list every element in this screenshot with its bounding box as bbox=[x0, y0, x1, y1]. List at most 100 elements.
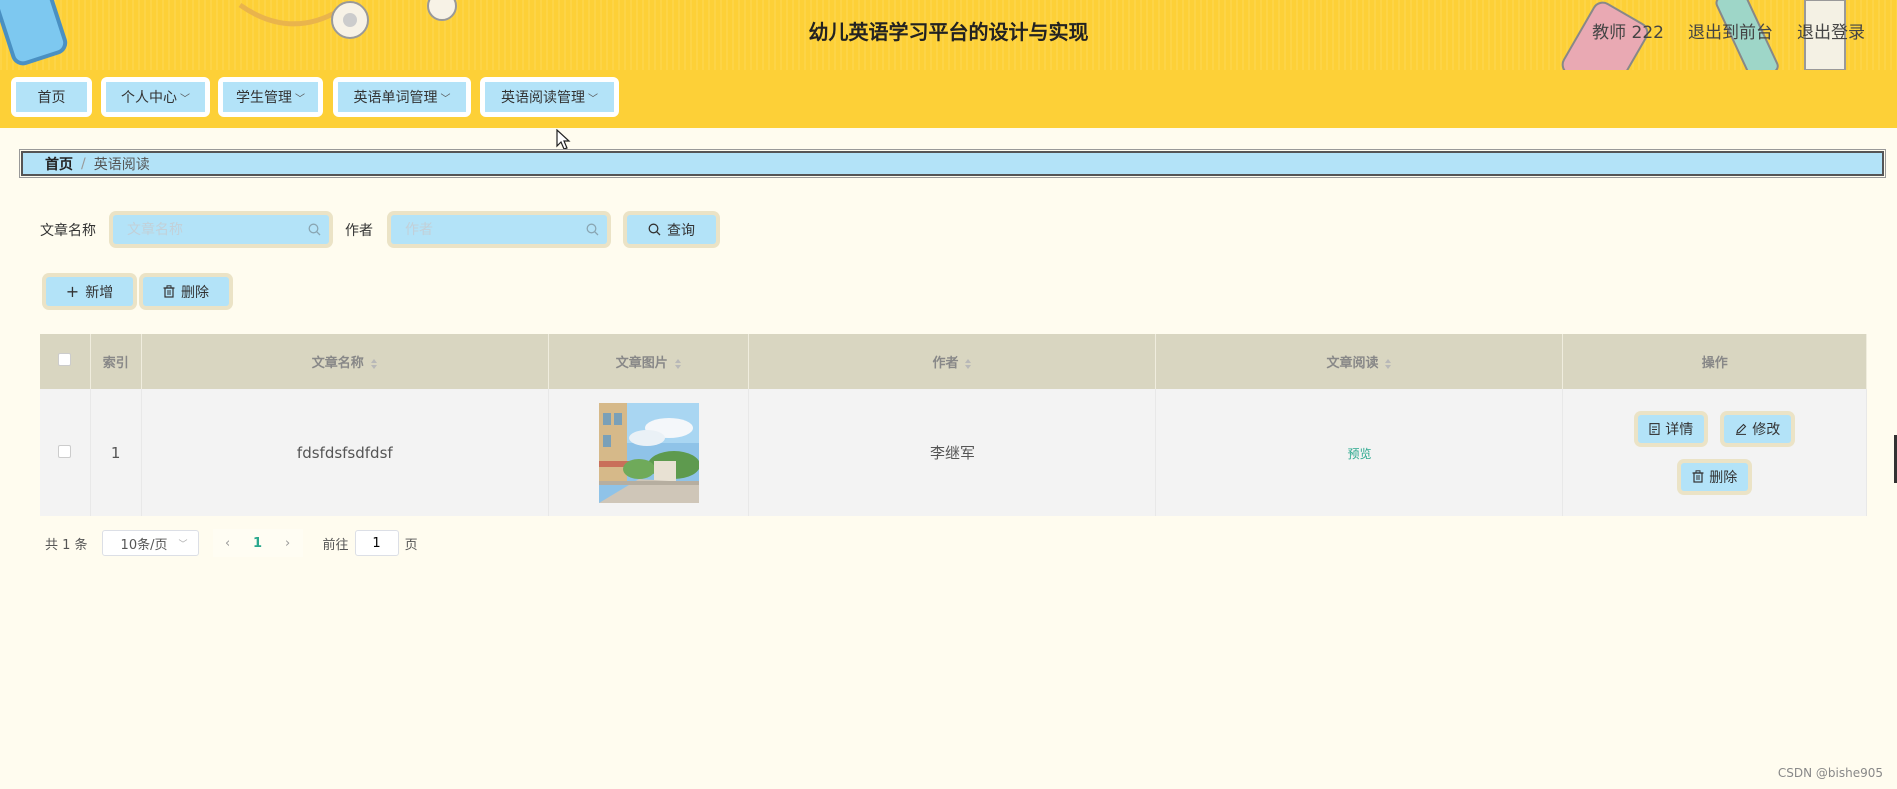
select-all-checkbox[interactable] bbox=[58, 353, 72, 366]
search-icon bbox=[308, 223, 321, 236]
back-to-frontend-link[interactable]: 退出到前台 bbox=[1688, 18, 1773, 43]
header-bar: 幼儿英语学习平台的设计与实现 教师 222 退出到前台 退出登录 bbox=[0, 0, 1897, 71]
preview-link[interactable]: 预览 bbox=[1347, 447, 1371, 461]
nav-item-label: 英语阅读管理 bbox=[501, 90, 585, 106]
edit-button-label: 修改 bbox=[1752, 421, 1781, 438]
goto-prefix: 前往 bbox=[322, 537, 349, 553]
author-search-input[interactable] bbox=[391, 215, 607, 244]
title-search-input[interactable] bbox=[113, 215, 329, 244]
author-search-field bbox=[387, 211, 611, 248]
nav-item-label: 学生管理 bbox=[236, 90, 292, 106]
edit-button-frame: 修改 bbox=[1720, 410, 1796, 447]
query-button-frame: 查询 bbox=[623, 211, 720, 248]
column-header-image[interactable]: 文章图片 bbox=[548, 334, 750, 389]
add-button-label: 新增 bbox=[85, 284, 114, 301]
breadcrumb-current: 英语阅读 bbox=[93, 156, 150, 173]
goto-suffix: 页 bbox=[404, 537, 418, 553]
logout-link[interactable]: 退出登录 bbox=[1797, 18, 1865, 43]
trash-icon bbox=[163, 285, 175, 298]
detail-button-frame: 详情 bbox=[1634, 410, 1709, 447]
sort-icon bbox=[965, 358, 972, 369]
column-header-label: 文章图片 bbox=[615, 356, 668, 371]
search-icon bbox=[586, 223, 599, 236]
breadcrumb: 首页 / 英语阅读 bbox=[19, 149, 1886, 178]
column-header-operations: 操作 bbox=[1562, 334, 1867, 389]
prev-page-button[interactable]: ‹ bbox=[212, 529, 243, 557]
table-header-row: 索引 文章名称 文章图片 作者 文章阅读 操作 bbox=[40, 334, 1867, 389]
chevron-down-icon: ﹀ bbox=[440, 93, 451, 105]
sort-icon bbox=[674, 358, 681, 369]
column-header-author[interactable]: 作者 bbox=[748, 334, 1157, 389]
breadcrumb-home[interactable]: 首页 bbox=[45, 154, 73, 174]
nav-item-home[interactable]: 首页 bbox=[11, 77, 92, 117]
pagination: 共 1 条 10条/页 ﹀ ‹ 1 › 前往 页 bbox=[45, 529, 418, 557]
row-index: 1 bbox=[90, 389, 142, 516]
top-links: 教师 222 退出到前台 退出登录 bbox=[1592, 18, 1865, 43]
nav-item-word-management[interactable]: 英语单词管理 ﹀ bbox=[333, 77, 471, 117]
column-header-label: 文章名称 bbox=[311, 356, 364, 371]
column-header-label: 文章阅读 bbox=[1326, 356, 1379, 371]
trash-icon bbox=[1692, 470, 1704, 483]
nav-item-label: 个人中心 bbox=[121, 90, 177, 106]
add-button-frame: + 新增 bbox=[42, 273, 137, 310]
title-search-field bbox=[109, 211, 333, 248]
edit-icon bbox=[1736, 423, 1747, 435]
user-link[interactable]: 教师 222 bbox=[1592, 18, 1664, 43]
sort-icon bbox=[370, 358, 377, 369]
row-delete-button-label: 删除 bbox=[1709, 469, 1738, 486]
sort-icon bbox=[1385, 358, 1392, 369]
document-icon bbox=[1649, 422, 1660, 435]
table-row: 1 fdsfdsfsdfdsf 李继军 预览 详情 修改 删除 bbox=[40, 389, 1867, 516]
article-thumbnail[interactable] bbox=[598, 402, 700, 503]
nav-item-student-management[interactable]: 学生管理 ﹀ bbox=[218, 77, 323, 117]
total-count: 共 1 条 bbox=[45, 537, 88, 553]
nav-item-label: 首页 bbox=[37, 90, 66, 106]
author-search-label: 作者 bbox=[345, 223, 373, 239]
page-size-select[interactable]: 10条/页 ﹀ bbox=[101, 530, 199, 556]
chevron-down-icon: ﹀ bbox=[295, 93, 305, 105]
next-page-button[interactable]: › bbox=[272, 529, 303, 557]
chevron-left-icon: ‹ bbox=[224, 535, 231, 551]
search-icon bbox=[648, 223, 661, 236]
edit-button[interactable]: 修改 bbox=[1724, 414, 1792, 443]
row-delete-button-frame: 删除 bbox=[1677, 458, 1753, 495]
delete-button-label: 删除 bbox=[181, 284, 209, 301]
row-operations-cell: 详情 修改 删除 bbox=[1562, 389, 1867, 516]
row-image-cell bbox=[548, 389, 750, 516]
watermark: CSDN @bishe905 bbox=[1777, 766, 1883, 780]
row-checkbox[interactable] bbox=[58, 444, 72, 458]
row-reading-cell: 预览 bbox=[1155, 389, 1564, 516]
column-header-label: 作者 bbox=[932, 356, 959, 371]
pager-controls: ‹ 1 › bbox=[212, 529, 303, 557]
delete-button-frame: 删除 bbox=[139, 273, 233, 310]
page-number-button[interactable]: 1 bbox=[242, 529, 273, 557]
query-button-label: 查询 bbox=[667, 222, 695, 239]
detail-button-label: 详情 bbox=[1665, 421, 1694, 438]
page-size-value: 10条/页 bbox=[120, 537, 168, 553]
chevron-down-icon: ﹀ bbox=[178, 539, 188, 550]
nav-item-personal-center[interactable]: 个人中心 ﹀ bbox=[101, 77, 210, 117]
breadcrumb-separator: / bbox=[81, 155, 86, 172]
column-header-reading[interactable]: 文章阅读 bbox=[1155, 334, 1564, 389]
articles-table: 索引 文章名称 文章图片 作者 文章阅读 操作 1 fdsfdsfsdfdsf bbox=[40, 334, 1867, 516]
row-delete-button[interactable]: 删除 bbox=[1681, 462, 1749, 491]
detail-button[interactable]: 详情 bbox=[1638, 414, 1705, 443]
column-header-title[interactable]: 文章名称 bbox=[141, 334, 550, 389]
add-button[interactable]: + 新增 bbox=[46, 277, 133, 306]
query-button[interactable]: 查询 bbox=[627, 215, 716, 244]
title-search-label: 文章名称 bbox=[40, 223, 96, 239]
chevron-right-icon: › bbox=[284, 535, 291, 551]
goto-page-input[interactable] bbox=[354, 530, 399, 556]
column-header-index: 索引 bbox=[90, 334, 142, 389]
select-all-cell bbox=[40, 334, 91, 389]
row-author: 李继军 bbox=[748, 389, 1157, 516]
mouse-cursor-icon bbox=[556, 129, 571, 150]
row-select-cell bbox=[40, 389, 91, 516]
chevron-down-icon: ﹀ bbox=[180, 93, 190, 105]
plus-icon: + bbox=[65, 281, 80, 301]
delete-button[interactable]: 删除 bbox=[143, 277, 229, 306]
row-title: fdsfdsfsdfdsf bbox=[141, 389, 550, 516]
chevron-down-icon: ﹀ bbox=[588, 93, 598, 105]
nav-item-reading-management[interactable]: 英语阅读管理 ﹀ bbox=[480, 77, 619, 117]
row-operations: 详情 修改 删除 bbox=[1615, 410, 1815, 495]
